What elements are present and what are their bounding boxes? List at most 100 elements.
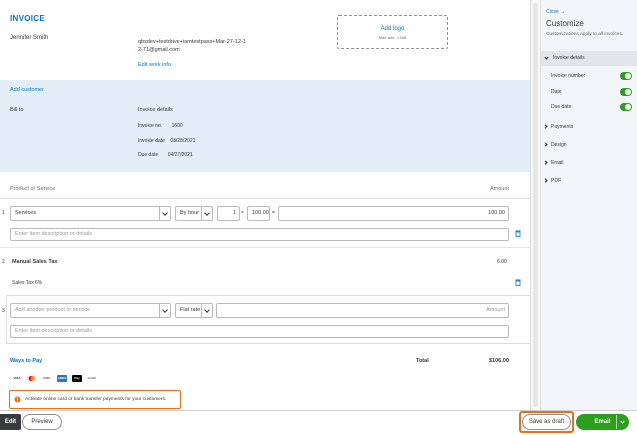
edit-work-info-link[interactable]: Edit work info [138,62,171,68]
amount-input[interactable]: Amount [216,303,509,318]
add-customer-link[interactable]: Add customer [10,87,44,93]
chevron-right-icon [543,142,548,147]
invoice-date-label: Invoice date [138,138,165,144]
customize-subtitle: Customizations apply to all invoices. [546,32,624,37]
invoice-title: INVOICE [10,14,45,23]
column-product: Product or Service [10,186,56,192]
unit-select[interactable]: Flat rate [175,303,213,318]
invoice-date-value[interactable]: 03/28/2021 [170,138,195,144]
toggle-label-invoice-number: Invoice number [551,73,586,79]
trash-icon[interactable] [515,279,521,286]
invoice-number-value[interactable]: 1600 [172,123,183,129]
toggle-due-date[interactable] [620,103,632,111]
product-placeholder: Add another product or service [15,307,91,313]
toggle-invoice-number[interactable] [620,72,632,80]
scrollbar[interactable] [531,0,540,410]
equals-sign: = [272,210,275,216]
customize-title: Customize [546,19,584,28]
section-invoice-details[interactable]: Invoice details [541,51,637,66]
chevron-down-icon[interactable] [159,207,170,220]
sales-tax-name[interactable]: Manual Sales Tax [12,259,57,265]
rate-input[interactable]: 100.00 [247,206,270,221]
invoice-details-heading: Invoice details [138,107,173,113]
bank-icon: BANK [87,376,97,380]
split-divider [616,415,617,429]
product-select[interactable]: Services [10,206,171,221]
save-as-draft-button[interactable]: Save as draft [522,414,571,430]
email-label: Email [594,419,611,425]
total-label: Total [416,358,429,364]
edit-button[interactable]: Edit [0,414,21,430]
bill-to-label: Bill to [10,107,24,113]
sales-tax-amount: 6.00 [497,259,507,265]
section-design[interactable]: Design [541,138,637,152]
section-email[interactable]: Email [541,156,637,170]
description-input[interactable]: Enter item description or details [10,228,509,241]
activate-payments-banner[interactable]: Activate online card or bank transfer pa… [9,390,181,409]
product-value: Services [15,210,37,216]
chevron-down-icon[interactable] [201,207,212,220]
invoice-editor: INVOICE Jennifer Smith qbsdev+testdrive+… [0,0,531,410]
customer-section: Add customer Bill to Invoice details Inv… [0,80,530,172]
section-label: Design [551,142,567,148]
scrollbar-track[interactable] [533,3,538,407]
sales-tax-rate: Sales Tax 6% [12,280,43,286]
section-pdf[interactable]: PDF [541,174,637,188]
due-date-label: Due date [138,152,159,158]
email-button[interactable]: Email [576,414,629,430]
chevron-down-icon[interactable] [201,304,212,317]
product-select[interactable]: Add another product or service [10,303,171,318]
times-sign: × [241,210,244,216]
customize-panel: Close → Customize Customizations apply t… [540,0,637,410]
chevron-down-icon[interactable] [620,419,625,424]
visa-icon: VISA [13,376,21,380]
divider [0,247,530,248]
unit-value: By hour [180,210,199,216]
preview-button[interactable]: Preview [22,414,62,430]
chevron-down-icon[interactable] [159,304,170,317]
section-label: Email [551,160,564,166]
section-label: PDF [551,178,561,184]
toggle-label-date: Date [551,89,562,95]
amount-input[interactable]: 100.00 [278,206,509,221]
description-input[interactable]: Enter item description or details [10,325,509,338]
mastercard-icon [27,375,37,382]
column-amount: Amount [490,186,509,192]
add-logo-box[interactable]: Add logo Max size: 1 MB [337,15,448,49]
logo-size-note: Max size: 1 MB [378,35,407,40]
company-name[interactable]: Jennifer Smith [10,35,48,41]
total-value: $106.00 [489,358,509,364]
invoice-number-row[interactable]: Invoice no. 1600 [138,123,183,129]
divider [0,198,530,199]
invoice-number-label: Invoice no. [138,123,163,129]
quantity-input[interactable]: 1 [217,206,240,221]
ways-to-pay-heading: Ways to Pay [10,358,43,364]
line-number: 3 [2,308,5,314]
toggle-date[interactable] [620,88,632,96]
discover-icon: DISC [43,376,51,380]
close-link[interactable]: Close → [546,9,565,15]
chevron-right-icon [543,160,548,165]
info-icon [14,396,21,403]
invoice-date-row[interactable]: Invoice date 03/28/2021 [138,138,195,144]
bottom-action-bar: Edit Preview Save as draft Email [0,410,637,435]
add-logo-label: Add logo [380,26,405,32]
line-number: 1 [2,210,5,216]
chevron-right-icon [543,124,548,129]
trash-icon[interactable] [515,230,521,237]
company-email: qbsdev+testdrive+iamtestpass+Mar-27-12-1… [138,39,246,53]
toggle-label-due-date: Due date [551,104,572,110]
unit-select[interactable]: By hour [175,206,213,221]
amex-icon: AMEX [57,375,67,382]
chevron-right-icon [543,178,548,183]
activate-payments-text: Activate online card or bank transfer pa… [25,397,167,402]
unit-value: Flat rate [180,307,201,313]
section-payments[interactable]: Payments [541,120,637,134]
due-date-value[interactable]: 04/27/2021 [168,152,193,158]
due-date-row[interactable]: Due date 04/27/2021 [138,152,193,158]
chevron-down-icon [544,55,549,60]
apple-pay-icon: Pay [72,375,82,382]
section-label: Payments [551,124,574,130]
section-label: Invoice details [553,55,585,61]
line-number: 2 [2,259,5,265]
